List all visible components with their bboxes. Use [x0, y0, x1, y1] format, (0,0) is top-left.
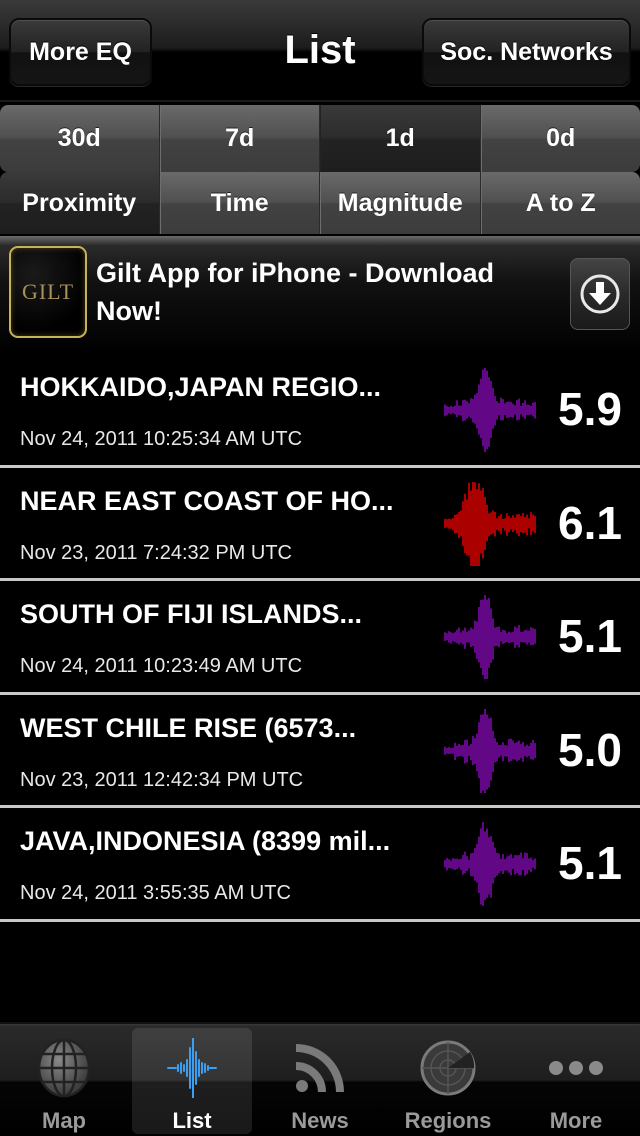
- earthquake-row[interactable]: NEAR EAST COAST OF HO... Nov 23, 2011 7:…: [0, 467, 640, 581]
- earthquake-timestamp: Nov 23, 2011 12:42:34 PM UTC: [20, 768, 304, 791]
- radar-icon: [420, 1040, 476, 1096]
- page-title: List: [284, 28, 356, 72]
- earthquake-row[interactable]: HOKKAIDO,JAPAN REGIO... Nov 24, 2011 10:…: [0, 354, 640, 468]
- tab-map[interactable]: Map: [4, 1028, 124, 1134]
- time-filter-0d[interactable]: 0d: [480, 105, 640, 172]
- earthquake-location: HOKKAIDO,JAPAN REGIO...: [20, 372, 382, 402]
- tab-label: Regions: [404, 1108, 492, 1133]
- ad-text[interactable]: Gilt App for iPhone - Download Now!: [96, 254, 536, 330]
- tab-more[interactable]: More: [516, 1028, 636, 1134]
- earthquake-row[interactable]: SOUTH OF FIJI ISLANDS... Nov 24, 2011 10…: [0, 581, 640, 695]
- earthquake-timestamp: Nov 24, 2011 10:25:34 AM UTC: [20, 428, 303, 450]
- seismograph-wave-icon: [405, 368, 536, 452]
- rss-icon: [295, 1044, 344, 1093]
- tab-label: News: [291, 1108, 349, 1133]
- tab-list[interactable]: List: [132, 1028, 252, 1134]
- seismograph-icon: [167, 1038, 217, 1098]
- earthquake-timestamp: Nov 24, 2011 10:23:49 AM UTC: [20, 655, 303, 677]
- sort-proximity[interactable]: Proximity: [0, 172, 160, 234]
- social-networks-button[interactable]: Soc. Networks: [422, 18, 631, 86]
- earthquake-location: SOUTH OF FIJI ISLANDS...: [20, 599, 363, 629]
- tab-label: More: [549, 1108, 603, 1133]
- earthquake-row[interactable]: WEST CHILE RISE (6573... Nov 23, 2011 12…: [0, 694, 640, 808]
- tab-news[interactable]: News: [260, 1028, 380, 1134]
- time-filter-30d[interactable]: 30d: [0, 105, 160, 172]
- time-filter-1d[interactable]: 1d: [320, 105, 481, 172]
- more-eq-button[interactable]: More EQ: [9, 18, 152, 86]
- globe-icon: [37, 1038, 91, 1098]
- seismograph-wave-icon: [405, 595, 536, 679]
- earthquake-timestamp: Nov 24, 2011 3:55:35 AM UTC: [20, 882, 291, 904]
- seismograph-wave-icon: [405, 822, 536, 906]
- time-filter-7d[interactable]: 7d: [159, 105, 320, 172]
- earthquake-magnitude: 5.0: [558, 723, 622, 776]
- sort-filter-segmented-control: Proximity Time Magnitude A to Z: [0, 172, 640, 234]
- seismograph-wave-icon: [405, 708, 536, 793]
- earthquake-list: HOKKAIDO,JAPAN REGIO... Nov 24, 2011 10:…: [0, 354, 640, 922]
- tab-bar: Map List News Regions More: [0, 1022, 640, 1136]
- ad-banner[interactable]: GILT Gilt App for iPhone - Download Now!: [0, 236, 640, 354]
- earthquake-magnitude: 5.1: [558, 837, 622, 889]
- earthquake-magnitude: 6.1: [558, 496, 622, 549]
- earthquake-magnitude: 5.1: [558, 610, 622, 662]
- time-filter-segmented-control: 30d 7d 1d 0d: [0, 105, 640, 172]
- earthquake-magnitude: 5.9: [558, 383, 622, 435]
- earthquake-location: JAVA,INDONESIA (8399 mil...: [20, 826, 391, 856]
- tab-regions[interactable]: Regions: [388, 1028, 508, 1134]
- ad-download-button[interactable]: [570, 258, 630, 330]
- tab-label: List: [172, 1108, 212, 1133]
- earthquake-timestamp: Nov 23, 2011 7:24:32 PM UTC: [20, 541, 292, 564]
- sort-a-to-z[interactable]: A to Z: [480, 172, 640, 234]
- gilt-logo: GILT: [9, 246, 87, 338]
- sort-magnitude[interactable]: Magnitude: [320, 172, 481, 234]
- download-arrow-icon: [580, 274, 620, 314]
- seismograph-wave-icon: [395, 481, 536, 566]
- tab-label: Map: [42, 1108, 86, 1133]
- more-dots-icon: [549, 1061, 603, 1075]
- earthquake-location: NEAR EAST COAST OF HO...: [20, 485, 394, 516]
- navigation-bar: More EQ List Soc. Networks: [0, 0, 640, 102]
- earthquake-location: WEST CHILE RISE (6573...: [20, 712, 357, 743]
- earthquake-row[interactable]: JAVA,INDONESIA (8399 mil... Nov 24, 2011…: [0, 808, 640, 922]
- sort-time[interactable]: Time: [159, 172, 320, 234]
